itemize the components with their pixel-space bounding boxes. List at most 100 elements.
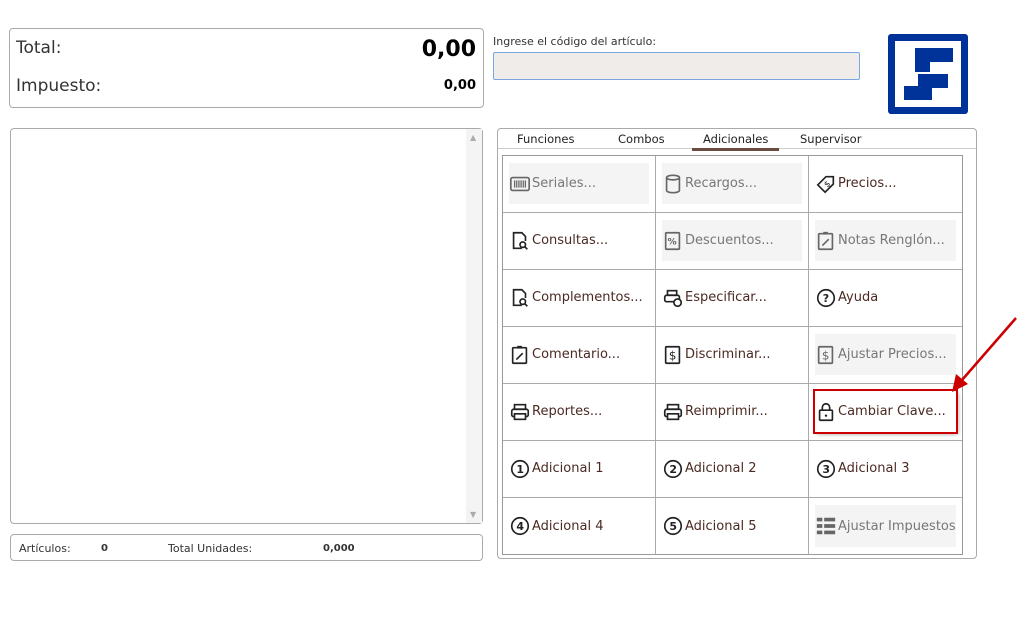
button-label: Adicional 5 [685,518,757,534]
table-grid-icon [816,517,836,535]
functions-panel: Funciones Combos Adicionales Supervisor … [497,128,977,559]
svg-text:4: 4 [516,520,524,533]
grid-cell: ? Ayuda [809,270,962,327]
button-label: Adicional 3 [838,461,910,476]
grid-cell: Consultas... [503,213,656,270]
grid-cell: Reimprimir... [656,384,809,441]
grid-cell: Comentario... [503,327,656,384]
cambiar-clave-button[interactable]: Cambiar Clave... [813,389,958,434]
button-label: Recargos... [685,176,758,191]
articles-value: 0 [101,543,108,554]
printer-icon [510,403,530,420]
precios-button[interactable]: $ Precios... [815,163,956,204]
button-label: Notas Renglón... [838,233,945,248]
scroll-up-icon[interactable]: ▲ [470,133,476,142]
document-search-icon [512,231,528,250]
button-label: Ajustar Impuestos... [838,518,956,534]
units-label: Total Unidades: [168,542,253,555]
discriminar-button[interactable]: $ Discriminar... [662,334,802,375]
complementos-button[interactable]: Complementos... [509,277,649,318]
button-label: Ajustar Precios... [838,347,947,362]
adicional-3-button[interactable]: 3 Adicional 3 [815,448,956,489]
button-label: Reimprimir... [685,404,768,419]
tab-combos[interactable]: Combos [618,132,665,146]
scroll-down-icon[interactable]: ▼ [470,510,476,519]
dollar-doc-icon: $ [817,345,834,364]
circle-5-icon: 5 [663,516,683,536]
company-logo [888,34,968,114]
comentario-button[interactable]: Comentario... [509,334,649,375]
document-search-icon [512,288,528,307]
grid-cell: $ Ajustar Precios... [809,327,962,384]
grid-cell: 1 Adicional 1 [503,441,656,498]
printer-icon [663,403,683,420]
units-value: 0,000 [323,543,355,554]
totals-panel: Total: 0,00 Impuesto: 0,00 [9,28,484,108]
ajustar-precios-button[interactable]: $ Ajustar Precios... [815,334,956,375]
grid-cell: Especificar... [656,270,809,327]
svg-text:1: 1 [516,463,524,476]
ayuda-button[interactable]: ? Ayuda [815,277,956,318]
help-circle-icon: ? [816,288,836,307]
button-grid: Seriales... Recargos... $ Precios... Consult… [502,155,963,555]
article-code-label: Ingrese el código del artículo: [493,35,657,48]
grid-cell: 3 Adicional 3 [809,441,962,498]
ajustar-impuestos-button[interactable]: Ajustar Impuestos... [815,505,956,547]
especificar-button[interactable]: Especificar... [662,277,802,318]
database-icon [665,173,681,194]
lock-icon [818,402,834,421]
button-label: Consultas... [532,233,609,248]
descuentos-button[interactable]: % Descuentos... [662,220,802,261]
dollar-doc-icon: $ [664,345,681,364]
grid-cell: Ajustar Impuestos... [809,498,962,555]
reportes-button[interactable]: Reportes... [509,391,649,432]
button-label: Adicional 4 [532,518,604,534]
printer-check-icon [663,289,683,307]
tax-label: Impuesto: [16,76,102,96]
button-label: Seriales... [532,176,596,191]
scrollbar[interactable]: ▲ ▼ [466,129,482,523]
tab-funciones[interactable]: Funciones [517,132,574,146]
seriales-button[interactable]: Seriales... [509,163,649,204]
clipboard-edit-icon [511,345,528,364]
adicional-2-button[interactable]: 2 Adicional 2 [662,448,802,489]
price-tag-icon: $ [816,175,835,193]
notas-renglón-button[interactable]: Notas Renglón... [815,220,956,261]
items-list[interactable]: ▲ ▼ [10,128,483,524]
circle-1-icon: 1 [510,459,530,478]
circle-2-icon: 2 [663,459,683,478]
adicional-5-button[interactable]: 5 Adicional 5 [662,505,802,547]
tab-supervisor[interactable]: Supervisor [800,132,861,146]
svg-text:$: $ [669,348,677,362]
grid-cell: 5 Adicional 5 [656,498,809,555]
grid-cell: % Descuentos... [656,213,809,270]
svg-text:$: $ [822,348,830,362]
button-label: Discriminar... [685,347,771,362]
barcode-icon [510,176,530,191]
percent-icon: % [664,231,681,250]
grid-cell: $ Precios... [809,156,962,213]
svg-text:2: 2 [669,463,677,476]
svg-text:5: 5 [669,520,677,533]
button-label: Cambiar Clave... [838,404,946,419]
consultas-button[interactable]: Consultas... [509,220,649,261]
svg-text:?: ? [823,292,829,305]
grid-cell: Recargos... [656,156,809,213]
total-value: 0,00 [421,37,476,62]
button-label: Adicional 1 [532,461,604,476]
article-code-input[interactable] [493,52,860,80]
adicional-4-button[interactable]: 4 Adicional 4 [509,505,649,547]
grid-cell: Seriales... [503,156,656,213]
tab-adicionales[interactable]: Adicionales [692,132,780,151]
recargos-button[interactable]: Recargos... [662,163,802,204]
status-bar: Artículos: 0 Total Unidades: 0,000 [10,534,483,561]
total-label: Total: [16,38,62,58]
button-label: Ayuda [838,290,879,305]
tax-value: 0,00 [443,78,476,93]
circle-4-icon: 4 [510,516,530,536]
button-label: Precios... [838,176,897,191]
articles-label: Artículos: [19,542,71,555]
reimprimir-button[interactable]: Reimprimir... [662,391,802,432]
adicional-1-button[interactable]: 1 Adicional 1 [509,448,649,489]
button-label: Especificar... [685,290,767,305]
